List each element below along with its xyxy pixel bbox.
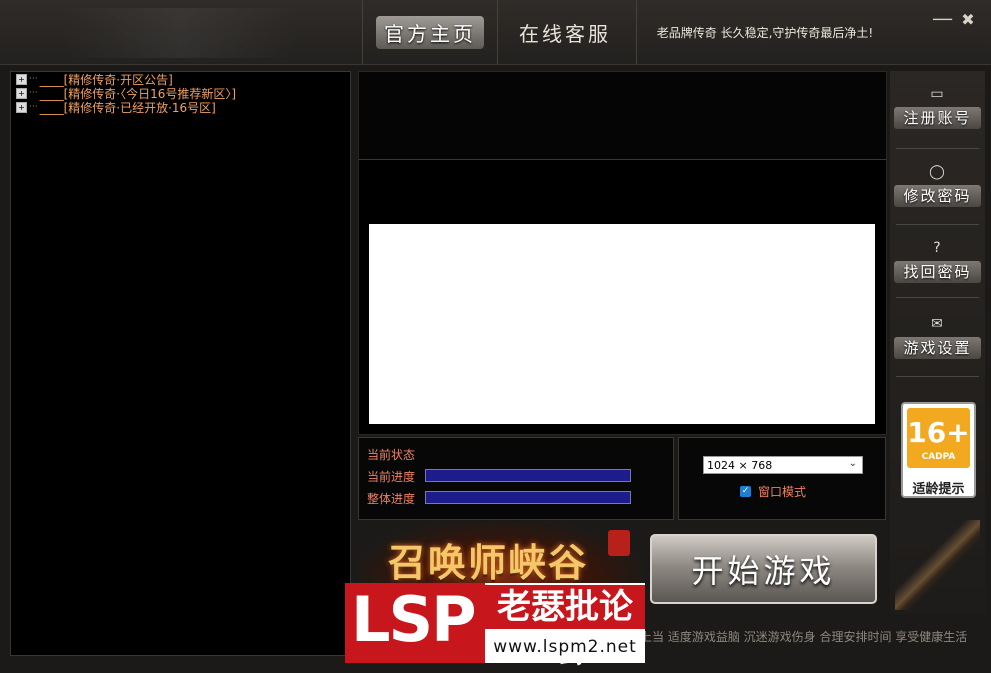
progress-panel: 当前状态 当前进度 整体进度 — [358, 437, 674, 520]
watermark-url: www.lspm2.net — [493, 637, 637, 657]
age-rating-org: CADPA — [921, 452, 956, 462]
register-account-label: 注册账号 — [894, 107, 981, 129]
minimize-icon[interactable]: ╶─╴ — [928, 10, 957, 30]
title-bar: 官方主页 在线客服 老品牌传奇 长久稳定,守护传奇最后净土! ╶─╴ ✖ — [0, 0, 991, 65]
resolution-select[interactable]: 1024 × 768 ⌄ — [703, 456, 863, 474]
age-rating-badge: 16+ CADPA 适龄提示 — [901, 402, 976, 498]
nav-service-button[interactable]: 在线客服 — [497, 0, 632, 64]
divider — [896, 297, 979, 298]
expand-icon[interactable]: + — [16, 73, 27, 85]
current-progress-label: 当前进度 — [367, 470, 416, 484]
tree-item-label: ____[精修传奇·已经开放·16号区] — [39, 100, 216, 115]
health-notice: 上当 适度游戏益脑 沉迷游戏伤身 合理安排时间 享受健康生活 — [640, 630, 968, 644]
age-rating-number: 16+ — [907, 416, 970, 449]
monitor-icon: ▭ — [930, 86, 944, 102]
banner-area — [358, 71, 887, 161]
tree-item[interactable]: + ··· ____[精修传奇·已经开放·16号区] — [16, 100, 216, 115]
web-content-frame — [369, 224, 875, 424]
age-rating-panel: 16+ CADPA — [907, 408, 970, 468]
start-game-button[interactable]: 开始游戏 — [650, 534, 877, 604]
tree-connector: ··· — [29, 74, 38, 84]
change-password-label: 修改密码 — [894, 185, 981, 207]
watermark-brand: LSP — [351, 583, 477, 656]
chat-icon: ✉ — [931, 316, 943, 332]
current-progress-bar — [425, 469, 631, 482]
expand-icon[interactable]: + — [16, 87, 27, 99]
user-icon: ◯ — [929, 164, 945, 180]
divider — [896, 376, 979, 377]
register-account-button[interactable]: ▭ 注册账号 — [890, 71, 985, 146]
sword-decoration — [895, 520, 980, 610]
resolution-value: 1024 × 768 — [707, 458, 773, 472]
recover-password-button[interactable]: ? 找回密码 — [890, 225, 985, 300]
watermark-red-block: LSP — [345, 583, 485, 663]
question-icon: ? — [933, 240, 941, 256]
window-mode-label: 窗口模式 — [758, 485, 807, 499]
nav-home-label: 官方主页 — [376, 15, 484, 49]
overall-progress-label: 整体进度 — [367, 492, 416, 506]
game-settings-button[interactable]: ✉ 游戏设置 — [890, 301, 985, 376]
age-rating-label: 适龄提示 — [912, 482, 965, 497]
recover-password-label: 找回密码 — [894, 261, 981, 283]
tree-connector: ··· — [29, 88, 38, 98]
nav-home-button[interactable]: 官方主页 — [362, 0, 497, 64]
expand-icon[interactable]: + — [16, 101, 27, 113]
logo-area — [65, 8, 295, 58]
game-logo-text: 召唤师峡谷 — [388, 540, 589, 585]
window-mode-checkbox[interactable]: ✓ — [740, 486, 751, 497]
watermark-name: 老瑟批论坛 — [485, 585, 645, 671]
status-label: 当前状态 — [367, 448, 416, 462]
current-progress-fill — [426, 470, 630, 481]
notice-tree: + ··· ____[精修传奇·开区公告] + ··· ____[精修传奇·〈今… — [10, 71, 351, 656]
watermark: LSP 老瑟批论坛 www.lspm2.net — [345, 583, 645, 671]
display-settings-panel: 1024 × 768 ⌄ ✓ 窗口模式 — [678, 437, 886, 520]
game-settings-label: 游戏设置 — [894, 337, 981, 359]
logo-seal-icon — [608, 530, 630, 556]
overall-progress-fill — [426, 492, 630, 503]
change-password-button[interactable]: ◯ 修改密码 — [890, 149, 985, 224]
close-icon[interactable]: ✖ — [958, 10, 978, 30]
chevron-down-icon: ⌄ — [848, 458, 857, 469]
tree-connector: ··· — [29, 102, 38, 112]
overall-progress-bar — [425, 491, 631, 504]
slogan-text: 老品牌传奇 长久稳定,守护传奇最后净土! — [636, 0, 893, 64]
